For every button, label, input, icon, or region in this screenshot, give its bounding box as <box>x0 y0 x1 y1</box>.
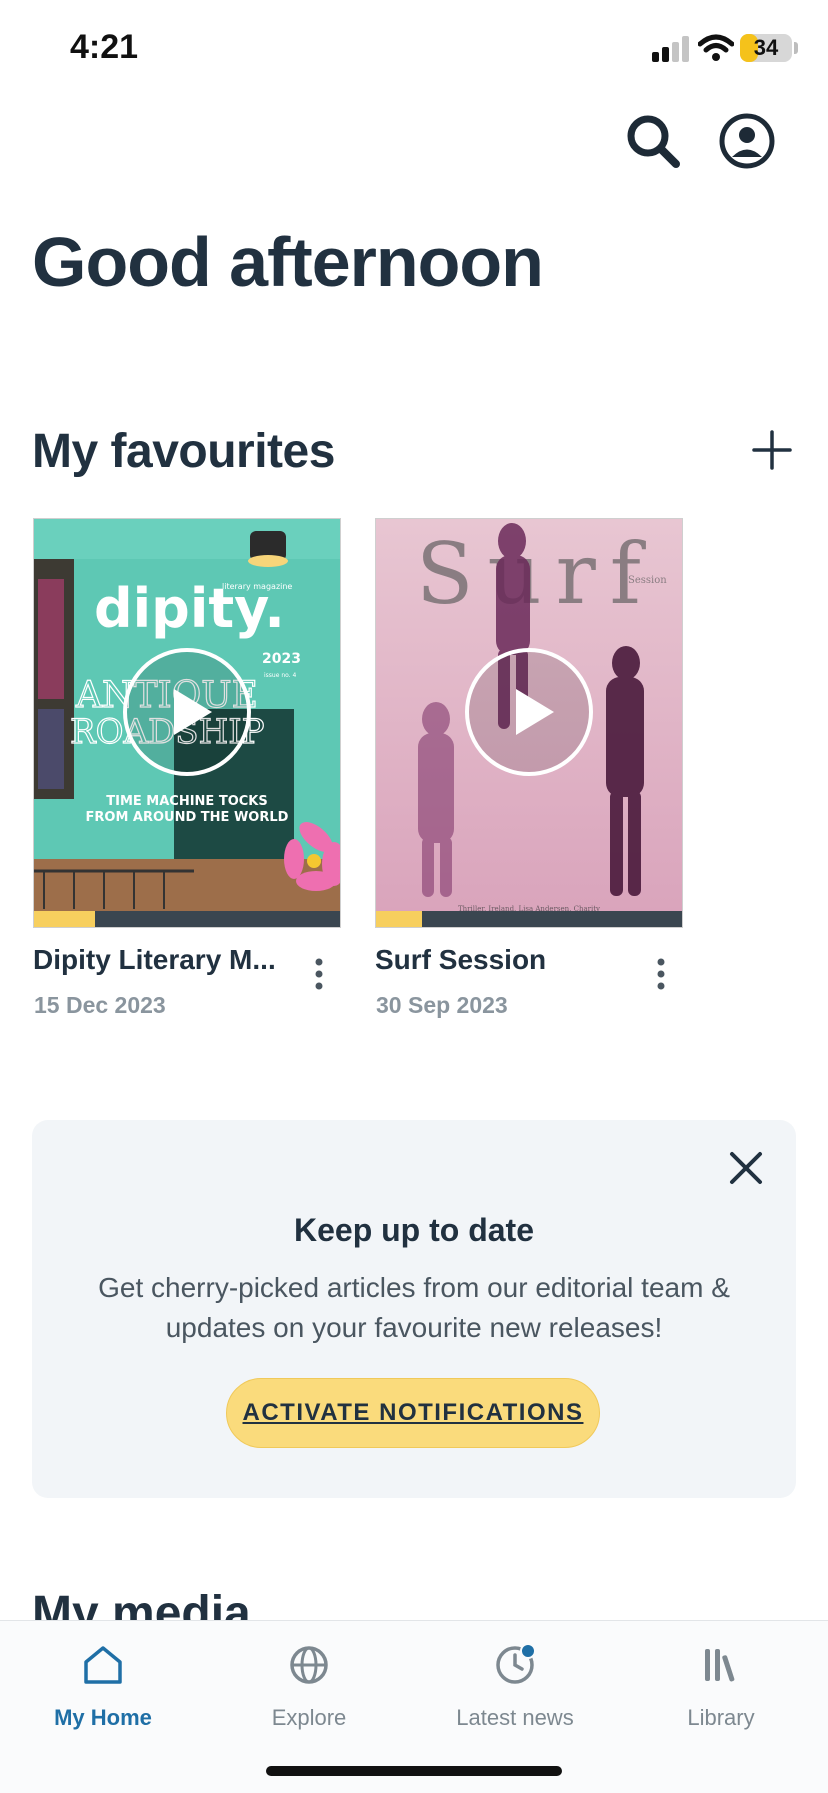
my-media-title: My media <box>32 1587 251 1622</box>
promo-title: Keep up to date <box>293 1212 534 1248</box>
nav-label: Explore <box>271 1705 347 1730</box>
magazine-cover[interactable]: Surf Session Thriller, Ireland, Lisa And… <box>375 518 683 928</box>
card-date: 15 Dec 2023 <box>34 992 166 1018</box>
nav-item-latest-news[interactable]: Latest news <box>425 1643 605 1731</box>
activate-notifications-button[interactable]: ACTIVATE NOTIFICATIONS <box>226 1378 600 1448</box>
promo-body: Get cherry-picked articles from our edit… <box>98 1272 730 1343</box>
nav-item-my-home[interactable]: My Home <box>13 1643 193 1731</box>
battery-level: 34 <box>753 35 779 60</box>
card-title[interactable]: Dipity Literary M... <box>33 944 283 976</box>
wifi-icon <box>698 34 734 61</box>
globe-icon <box>290 1646 328 1684</box>
battery-indicator: 34 <box>740 34 792 62</box>
card-title[interactable]: Surf Session <box>375 944 625 976</box>
notification-promo: Keep up to date Get cherry-picked articl… <box>32 1120 796 1498</box>
library-icon <box>705 1649 735 1682</box>
clock-icon <box>496 1643 536 1684</box>
read-progress <box>376 911 682 927</box>
cover-sub-2: FROM AROUND THE WORLD <box>86 810 289 825</box>
cover-issue: issue no. 4 <box>264 672 297 679</box>
add-favourite-button[interactable] <box>752 430 792 470</box>
home-icon <box>84 1646 122 1684</box>
cellular-signal-icon <box>652 36 689 62</box>
close-icon[interactable] <box>726 1148 766 1188</box>
favourite-card[interactable]: dipity. literary magazine 2023 issue no.… <box>33 518 341 1018</box>
cover-year: 2023 <box>262 651 301 667</box>
favourite-card[interactable]: Surf Session Thriller, Ireland, Lisa And… <box>375 518 683 1018</box>
greeting-title: Good afternoon <box>32 223 544 301</box>
account-icon[interactable] <box>718 112 776 170</box>
cover-tag: literary magazine <box>222 582 292 591</box>
play-icon[interactable] <box>122 647 252 777</box>
card-date: 30 Sep 2023 <box>376 992 508 1018</box>
home-indicator <box>266 1766 562 1776</box>
status-time: 4:21 <box>70 28 139 66</box>
cover-sub-1: TIME MACHINE TOCKS <box>106 794 267 809</box>
nav-item-explore[interactable]: Explore <box>219 1643 399 1731</box>
nav-label: Latest news <box>456 1705 574 1730</box>
cover-tag: Session <box>628 575 667 586</box>
battery-tip <box>794 42 798 54</box>
search-icon[interactable] <box>624 112 682 170</box>
favourites-title: My favourites <box>32 425 335 478</box>
cover-brand: Surf <box>416 525 655 623</box>
nav-label: My Home <box>54 1705 152 1730</box>
status-bar: 4:21 34 <box>0 0 828 100</box>
read-progress-fill <box>376 911 422 927</box>
nav-item-library[interactable]: Library <box>631 1643 811 1731</box>
play-icon[interactable] <box>464 647 594 777</box>
magazine-cover[interactable]: dipity. literary magazine 2023 issue no.… <box>33 518 341 928</box>
nav-label: Library <box>687 1705 755 1730</box>
more-options-icon[interactable] <box>651 954 671 994</box>
read-progress-fill <box>34 911 96 927</box>
read-progress <box>34 911 340 927</box>
more-options-icon[interactable] <box>309 954 329 994</box>
